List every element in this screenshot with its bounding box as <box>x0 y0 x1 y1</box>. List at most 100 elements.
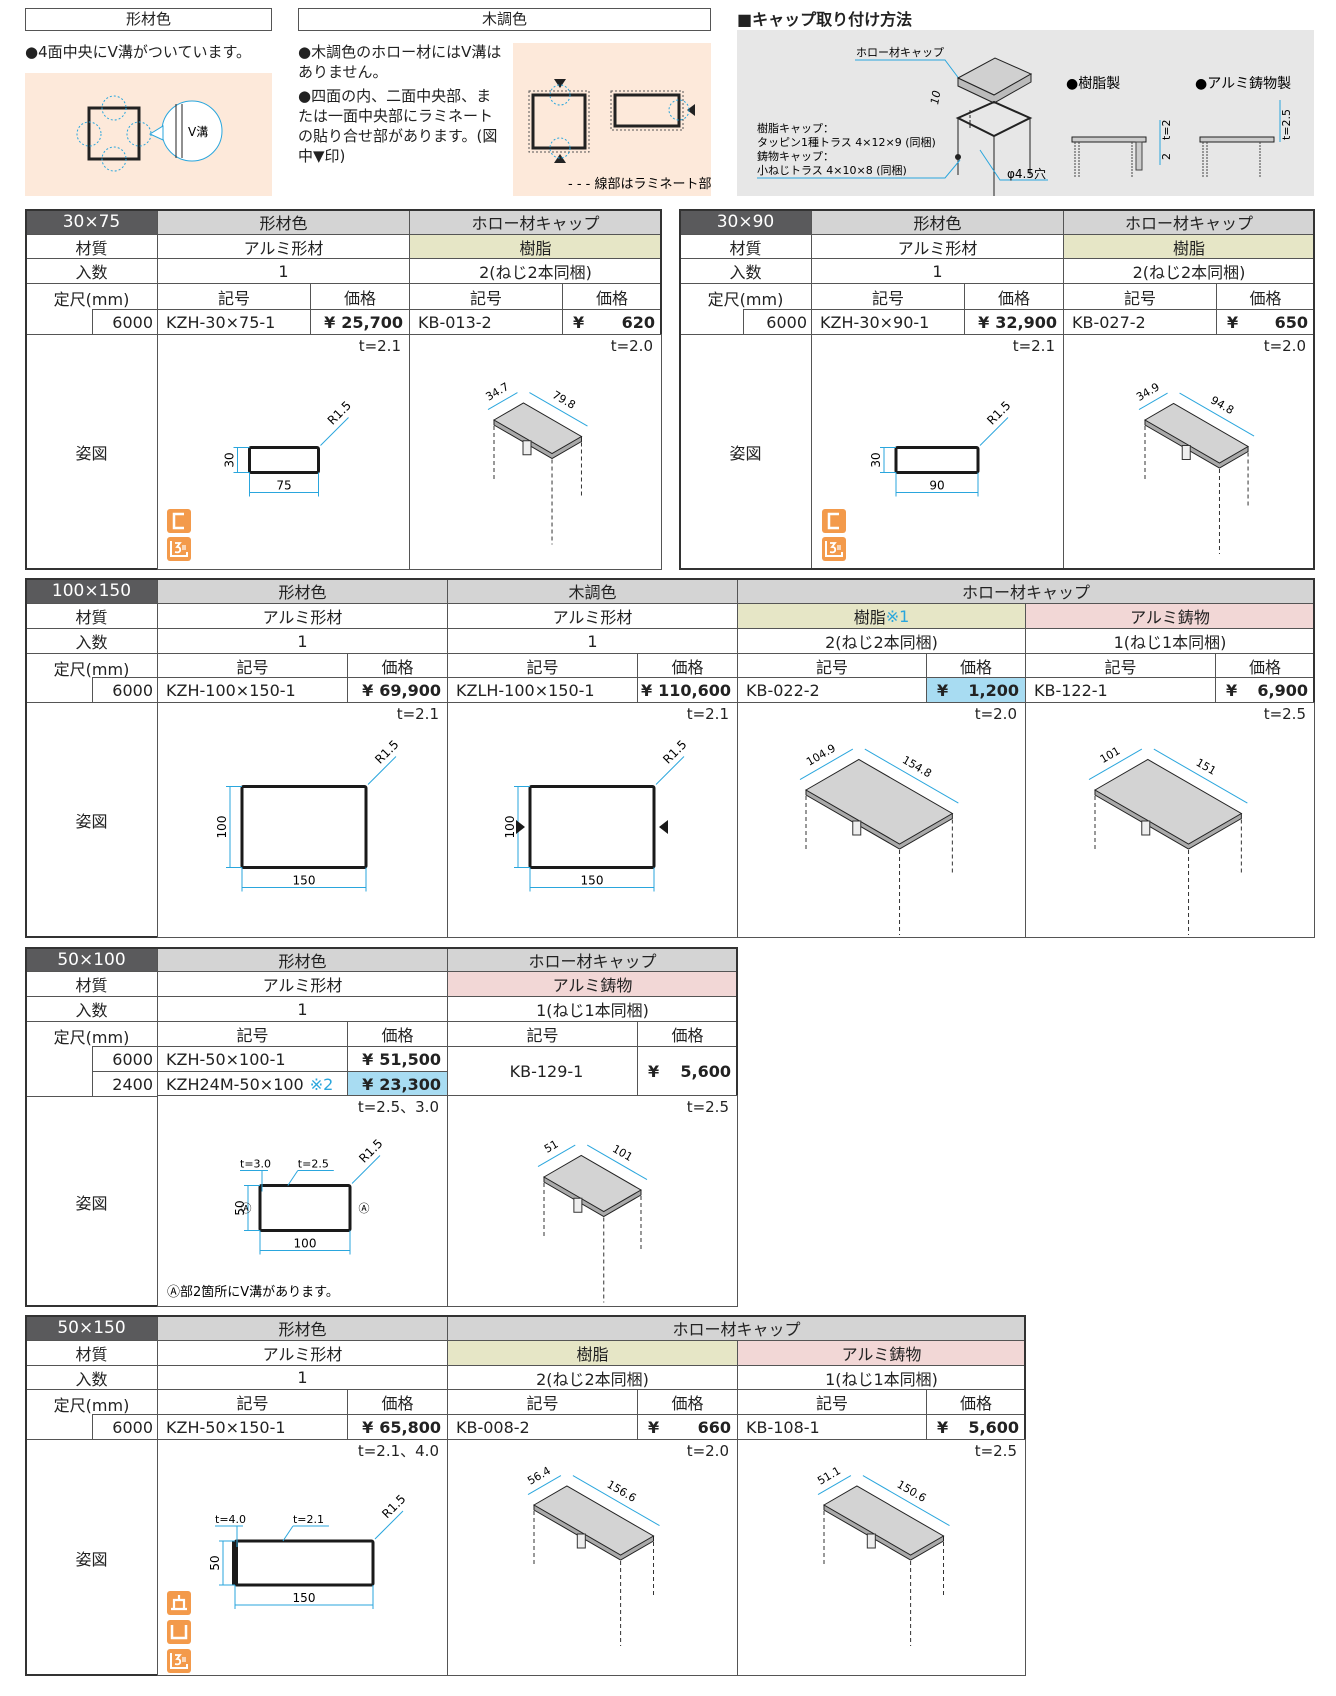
figure-cell <box>157 702 448 938</box>
u-channel-icon <box>167 1620 191 1644</box>
yen-sign: ¥ <box>648 1062 660 1081</box>
length-cell: 6000 <box>92 677 158 703</box>
yen-sign: ¥ <box>1226 680 1238 700</box>
price-header: 価格 <box>1216 283 1315 310</box>
figure-cell <box>737 1439 1026 1676</box>
product-code-text: KZH-50×150-1 <box>166 1417 286 1437</box>
figure-cell <box>1063 334 1315 570</box>
price-header: 価格 <box>1215 653 1315 678</box>
product-code: KB-022-2 <box>737 677 927 703</box>
price-header: 価格 <box>347 1389 448 1415</box>
price-cell: ¥6,900 <box>1215 677 1315 703</box>
price-header: 価格 <box>347 1021 448 1047</box>
size-header: 50×100 <box>25 947 158 972</box>
product-code: KB-129-1 <box>447 1046 638 1097</box>
yen-sign: ¥ <box>937 680 949 700</box>
price-value: 32,900 <box>995 312 1057 332</box>
group-header: ホロー材キャップ <box>447 947 738 972</box>
row-label-quantity: 入数 <box>25 628 158 654</box>
quantity-cell: 1(ねじ1本同梱) <box>737 1365 1026 1390</box>
product-code-text: KB-013-2 <box>418 312 492 332</box>
figure-label: 姿図 <box>25 334 158 570</box>
product-code: KZH-50×150-1 <box>157 1414 348 1440</box>
product-code-text: KZH-30×75-1 <box>166 312 276 332</box>
yen-sign: ¥ <box>640 680 653 700</box>
size-header: 50×150 <box>25 1315 158 1341</box>
price-header: 価格 <box>562 283 662 310</box>
price-cell: ¥5,600 <box>637 1046 738 1097</box>
figure-cell <box>157 1095 448 1307</box>
yen-sign: ¥ <box>362 1074 374 1094</box>
price-cell: ¥69,900 <box>347 677 448 703</box>
product-code-text: KZH-100×150-1 <box>166 680 296 700</box>
price-header: 価格 <box>964 283 1064 310</box>
quantity-cell: 1 <box>157 996 448 1022</box>
price-cell: ¥51,500 <box>347 1046 448 1072</box>
material-name: アルミ鋳物 <box>1130 608 1210 627</box>
figure-cell <box>157 1439 448 1676</box>
yen-sign: ¥ <box>362 680 374 700</box>
material-name: 樹脂 <box>576 1345 609 1364</box>
length-cell: 6000 <box>92 1046 158 1072</box>
row-label-quantity: 入数 <box>25 1365 158 1390</box>
channel-icon <box>167 509 191 533</box>
length-cell: 2400 <box>92 1071 158 1097</box>
price-value: 110,600 <box>658 680 731 700</box>
quantity-cell: 1 <box>447 628 738 654</box>
price-value: 5,600 <box>968 1417 1019 1437</box>
size-header: 100×150 <box>25 578 158 604</box>
price-value: 650 <box>1274 312 1308 332</box>
product-code: KZH-100×150-1 <box>157 677 348 703</box>
price-cell: ¥650 <box>1216 309 1315 335</box>
material-name: 樹脂 <box>853 608 886 627</box>
price-cell: ¥65,800 <box>347 1414 448 1440</box>
figure-label: 姿図 <box>25 702 158 938</box>
yen-sign: ¥ <box>1227 312 1239 332</box>
product-code: KZLH-100×150-1 <box>447 677 638 703</box>
price-cell: ¥620 <box>562 309 662 335</box>
wood-color-note-1: ●木調色のホロー材にはV溝はありません。 <box>298 43 502 81</box>
figure-label: 姿図 <box>679 334 812 570</box>
code-header: 記号 <box>447 1389 638 1415</box>
price-value: 25,700 <box>341 312 403 332</box>
code-header: 記号 <box>811 283 965 310</box>
quantity-cell: 1(ねじ1本同梱) <box>447 996 738 1022</box>
group-header: ホロー材キャップ <box>1063 209 1315 235</box>
quantity-cell: 1 <box>157 628 448 654</box>
3m-length-icon <box>167 1649 191 1673</box>
group-header: 形材色 <box>157 209 410 235</box>
quantity-cell: 2(ねじ2本同梱) <box>1063 258 1315 284</box>
figure-cell <box>447 1095 738 1307</box>
price-header: 価格 <box>347 653 448 678</box>
profile-color-note: ●4面中央にV溝がついています。 <box>25 43 251 61</box>
figure-label: 姿図 <box>25 1096 158 1307</box>
figure-cell <box>811 334 1064 570</box>
code-header: 記号 <box>157 283 311 310</box>
cap-install-title: ■キャップ取り付け方法 <box>737 10 913 29</box>
material-name: アルミ鋳物 <box>552 976 633 995</box>
price-value: 51,500 <box>379 1049 441 1069</box>
material-cell: アルミ鋳物 <box>737 1340 1026 1366</box>
price-cell: ¥1,200 <box>926 677 1026 703</box>
3m-length-icon <box>167 537 191 561</box>
length-cell: 6000 <box>743 309 812 335</box>
group-header: 木調色 <box>447 578 738 604</box>
material-name: アルミ形材 <box>243 238 324 258</box>
profile-color-title: 形材色 <box>25 8 272 31</box>
group-header: 形材色 <box>157 1315 448 1341</box>
product-code: KZH-30×75-1 <box>157 309 311 335</box>
quantity-cell: 2(ねじ2本同梱) <box>737 628 1026 654</box>
price-cell: ¥32,900 <box>964 309 1064 335</box>
figure-label: 姿図 <box>25 1439 158 1676</box>
wood-color-diagram <box>513 43 711 196</box>
code-note: ※2 <box>309 1074 334 1094</box>
size-header: 30×90 <box>679 209 812 235</box>
code-header: 記号 <box>737 653 927 678</box>
quantity-cell: 1(ねじ1本同梱) <box>1025 628 1315 654</box>
quantity-cell: 2(ねじ2本同梱) <box>447 1365 738 1390</box>
material-name: 樹脂 <box>519 238 552 258</box>
group-header: 形材色 <box>157 947 448 972</box>
material-cell: 樹脂 <box>1063 234 1315 259</box>
material-name: アルミ形材 <box>262 976 343 995</box>
figure-cell <box>157 334 410 570</box>
